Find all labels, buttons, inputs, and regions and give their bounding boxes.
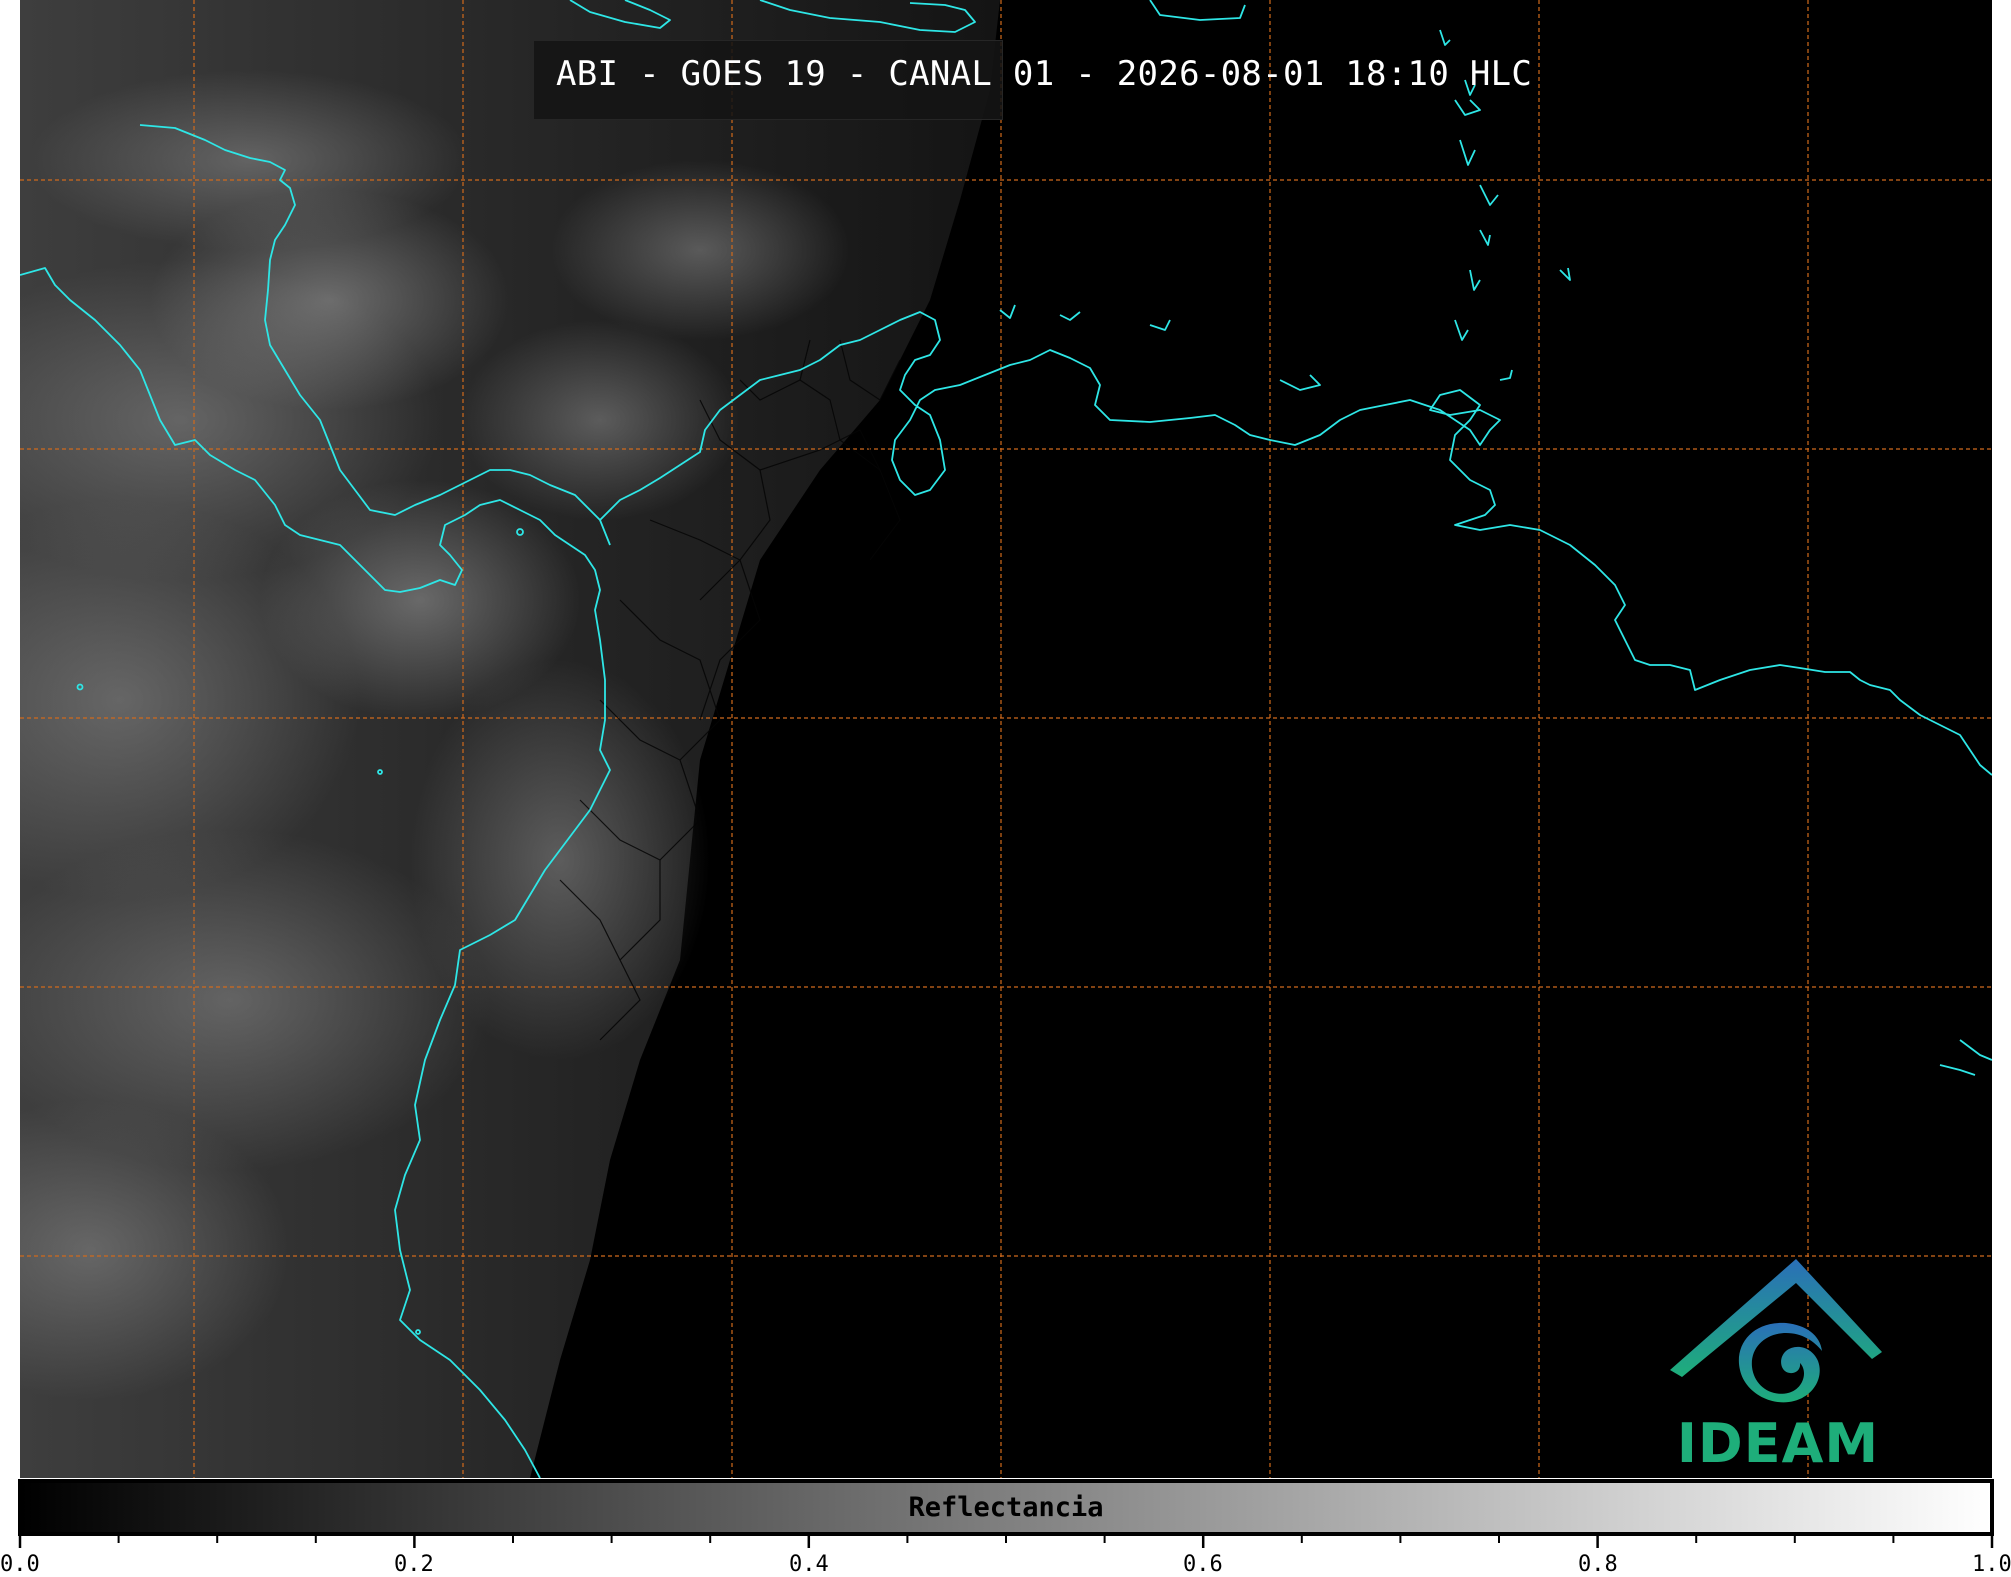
colorbar-ticks [18,1534,1994,1548]
logo-roof-shape [1670,1259,1882,1377]
logo-spiral-shape [1738,1322,1822,1403]
map-title: ABI - GOES 19 - CANAL 01 - 2026-08-01 18… [556,54,1533,94]
cloud-mass [550,160,850,340]
colorbar-tick-label: 0.4 [789,1552,829,1577]
satellite-image-view: ABI - GOES 19 - CANAL 01 - 2026-08-01 18… [0,0,2011,1577]
colorbar-label: Reflectancia [908,1492,1104,1523]
cloud-mass [410,660,710,1060]
colorbar-tick-label: 0.2 [394,1552,434,1577]
cloud-mass [460,320,740,520]
colorbar-tick-label: 0.8 [1578,1552,1618,1577]
colorbar-tick-label: 0.6 [1183,1552,1223,1577]
cloud-mass [30,70,470,250]
colorbar-tick-label: 1.0 [1972,1552,2011,1577]
ideam-logo-text: IDEAM [1676,1412,1880,1475]
colorbar-tick-label: 0.0 [0,1552,40,1577]
